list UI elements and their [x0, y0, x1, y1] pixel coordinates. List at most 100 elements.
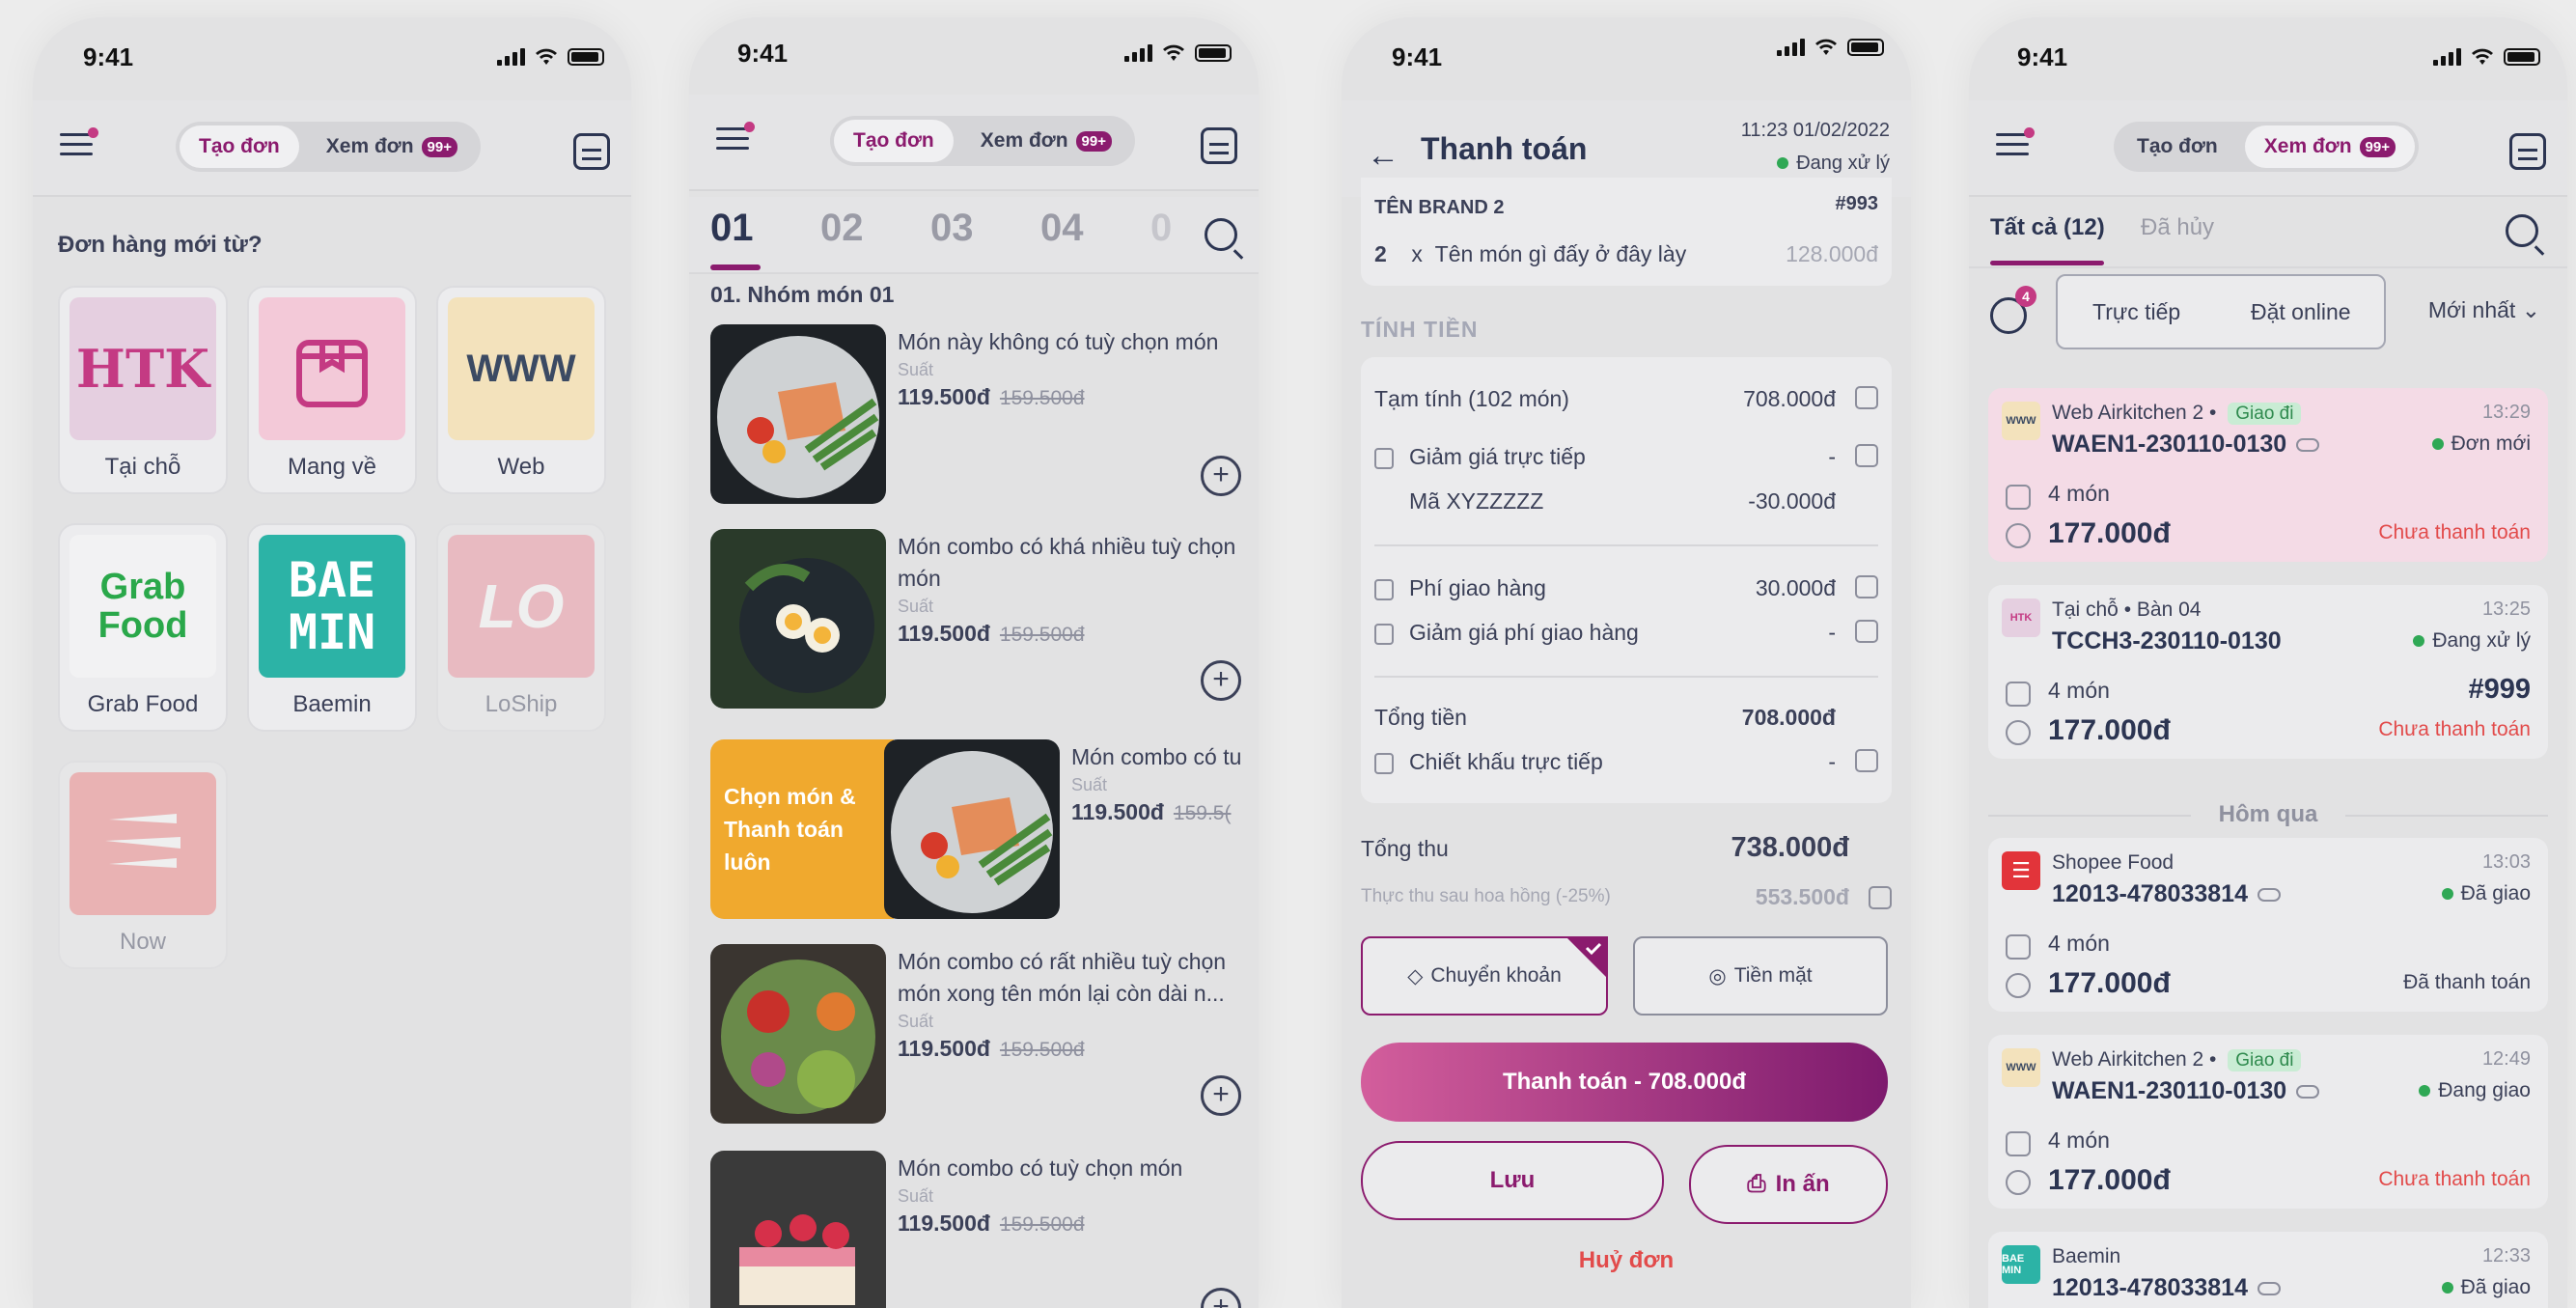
active-tab-indicator [1990, 261, 2104, 265]
search-icon[interactable] [2506, 214, 2538, 247]
order-card[interactable]: HTK Tại chỗ • Bàn 04 TCCH3-230110-0130 1… [1988, 585, 2548, 759]
web-logo: WWW [448, 297, 595, 440]
menu-icon[interactable] [1996, 127, 2035, 158]
signal-icon [497, 48, 525, 66]
scan-icon[interactable] [1201, 127, 1237, 164]
add-item-button[interactable]: + [1201, 456, 1241, 496]
payment-status: Chưa thanh toán [2378, 521, 2531, 543]
order-quantity: 4 món [2048, 481, 2110, 506]
cancel-order-link[interactable]: Huỷ đơn [1342, 1247, 1911, 1274]
item-unit: Suất [898, 360, 934, 379]
category-tab-more[interactable]: 0 [1150, 207, 1172, 250]
tab-create-order[interactable]: Tạo đơn [834, 120, 954, 162]
order-line: 2 x Tên món gì đấy ở đây lày 128.000đ [1374, 241, 1878, 267]
menu-item[interactable]: Món này không có tuỳ chọn món Suất 119.500… [710, 324, 1251, 508]
shipping-value: 30.000đ [1755, 575, 1836, 600]
item-name: Món combo có rất nhiều tuỳ chọn món xong… [898, 949, 1227, 1006]
item-old-price: 159.5( [1173, 802, 1232, 824]
edit-icon[interactable] [1855, 575, 1878, 598]
category-tab-04[interactable]: 04 [1040, 207, 1084, 250]
add-item-button[interactable]: + [1201, 1075, 1241, 1116]
filter-direct[interactable]: Trực tiếp [2092, 299, 2180, 325]
cloud-sync-icon [2257, 888, 2281, 903]
category-tabs: 01 02 03 04 0 [689, 197, 1259, 274]
tab-cancelled-orders[interactable]: Đã hủy [2141, 214, 2214, 241]
scan-icon[interactable] [573, 133, 610, 170]
item-name: Món combo có khá nhiều tuỳ chọn món [898, 534, 1236, 591]
edit-icon[interactable] [1855, 386, 1878, 409]
category-tab-02[interactable]: 02 [820, 207, 864, 250]
notification-dot [88, 127, 98, 138]
line-price: 128.000đ [1786, 241, 1878, 266]
scan-icon[interactable] [2509, 133, 2546, 170]
direct-discount-value: - [1828, 444, 1836, 469]
revenue-label: Tổng thu [1361, 836, 1449, 861]
tile-label: Now [119, 929, 166, 955]
signal-icon [1777, 39, 1805, 56]
shipping-row: Phí giao hàng 30.000đ [1374, 575, 1878, 601]
edit-icon[interactable] [1855, 620, 1878, 643]
menu-icon[interactable] [60, 127, 98, 158]
category-tab-01[interactable]: 01 [710, 207, 754, 250]
orders-badge: 99+ [2359, 136, 2396, 157]
order-tag: Giao đi [2228, 403, 2302, 425]
menu-item-swiped[interactable]: Chọn món & Thanh toán luôn Món combo có … [710, 739, 1259, 923]
wifi-icon [2472, 48, 2493, 65]
sort-dropdown[interactable]: Mới nhất ⌄ [2428, 297, 2540, 323]
source-tile-takeaway[interactable]: Mang về [247, 286, 417, 494]
total-value: 708.000đ [1741, 705, 1836, 730]
wifi-icon [1815, 39, 1837, 55]
edit-icon[interactable] [1869, 886, 1892, 909]
tab-view-orders[interactable]: Xem đơn 99+ [961, 120, 1131, 162]
quick-checkout-button[interactable]: Chọn món & Thanh toán luôn [710, 739, 894, 919]
now-logo [69, 772, 216, 915]
order-card[interactable]: WWW Web Airkitchen 2 • Giao đi WAEN1-230… [1988, 1035, 2548, 1209]
source-tile-loship[interactable]: LO LoShip [436, 523, 606, 732]
tab-create-order[interactable]: Tạo đơn [2118, 125, 2237, 168]
order-card[interactable]: WWW Web Airkitchen 2 • Giao đi WAEN1-230… [1988, 388, 2548, 562]
tab-all-orders[interactable]: Tất cả (12) [1990, 214, 2105, 241]
item-old-price: 159.500đ [999, 1213, 1085, 1236]
order-code: 12013-478033814 [2052, 880, 2248, 907]
source-tile-web[interactable]: WWW Web [436, 286, 606, 494]
order-time: 12:49 [2481, 1048, 2531, 1070]
payment-method-cash[interactable]: ◎ Tiền mặt [1633, 936, 1888, 1016]
menu-item[interactable]: Món combo có tuỳ chọn món Suất 119.500đ 159… [710, 1151, 1251, 1308]
source-tile-dine-in[interactable]: HTK Tại chỗ [58, 286, 228, 494]
search-icon[interactable] [1205, 218, 1237, 251]
separator-dot: • [2209, 1048, 2217, 1071]
menu-icon[interactable] [716, 122, 755, 153]
source-tile-grabfood[interactable]: Grab Food Grab Food [58, 523, 228, 732]
payment-method-transfer[interactable]: ◇ Chuyển khoản [1361, 936, 1608, 1016]
order-status: Đã giao [2460, 882, 2531, 904]
save-button[interactable]: Lưu [1361, 1141, 1664, 1220]
tab-view-orders[interactable]: Xem đơn 99+ [2244, 125, 2415, 168]
menu-item[interactable]: Món combo có rất nhiều tuỳ chọn món xong… [710, 944, 1251, 1127]
order-amount: 177.000đ [2048, 714, 2171, 746]
tile-label: Mang về [287, 454, 377, 480]
add-item-button[interactable]: + [1201, 1288, 1241, 1308]
print-button[interactable]: ⎙ In ấn [1689, 1145, 1888, 1224]
source-tile-baemin[interactable]: BAE MIN Baemin [247, 523, 417, 732]
discount-icon [1374, 623, 1394, 645]
order-filter-tabs: Tất cả (12) Đã hủy [1969, 197, 2567, 268]
shipping-discount-row: Giảm giá phí giao hàng - [1374, 620, 1878, 646]
web-source-icon: WWW [2002, 1048, 2040, 1087]
order-card[interactable]: BAE MIN Baemin 12013-478033814 12:33 Đã … [1988, 1232, 2548, 1308]
edit-icon[interactable] [1855, 444, 1878, 467]
tab-view-orders[interactable]: Xem đơn 99+ [307, 125, 477, 168]
order-time: 13:29 [2481, 402, 2531, 423]
back-arrow-icon[interactable]: ← [1367, 137, 1399, 175]
subtotal-label: Tạm tính (102 món) [1374, 386, 1569, 411]
pay-button[interactable]: Thanh toán - 708.000đ [1361, 1043, 1888, 1122]
tile-label: Grab Food [87, 691, 199, 717]
order-card[interactable]: ☰ Shopee Food 12013-478033814 13:03 Đã g… [1988, 838, 2548, 1012]
signal-icon [2433, 48, 2461, 66]
tab-create-order[interactable]: Tạo đơn [180, 125, 299, 168]
category-tab-03[interactable]: 03 [930, 207, 974, 250]
menu-item[interactable]: Món combo có khá nhiều tuỳ chọn món Suất 1… [710, 529, 1251, 712]
filter-online[interactable]: Đặt online [2251, 299, 2351, 325]
source-tile-now[interactable]: Now [58, 761, 228, 969]
edit-icon[interactable] [1855, 749, 1878, 772]
add-item-button[interactable]: + [1201, 660, 1241, 701]
